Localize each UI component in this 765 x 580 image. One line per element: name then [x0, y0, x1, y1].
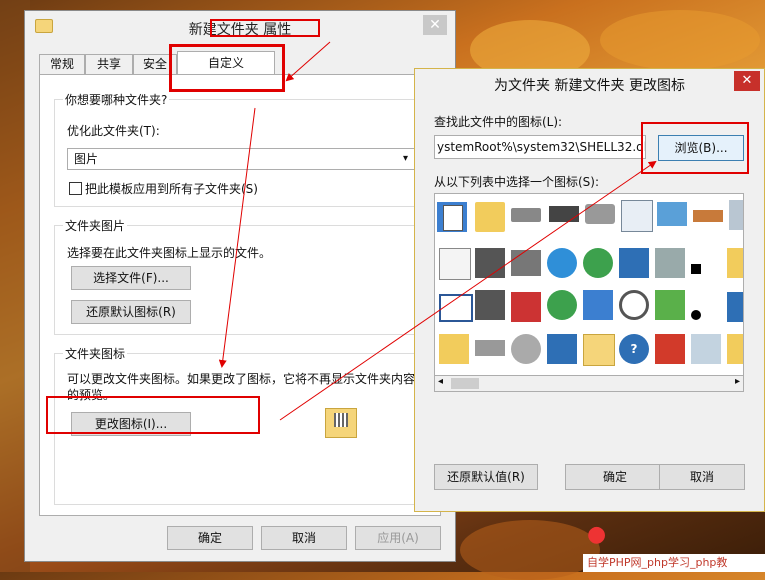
- arrow-tab-to-change: [218, 107, 256, 368]
- logo-icon: ●: [587, 522, 607, 547]
- site-watermark: ● 自学PHP网_php学习_php教: [583, 522, 765, 572]
- watermark-text: 自学PHP网_php学习_php教: [583, 554, 765, 572]
- annotation-arrows: [218, 41, 657, 421]
- arrow-change-to-browse: [279, 160, 657, 421]
- arrow-title-to-tab: [285, 41, 331, 82]
